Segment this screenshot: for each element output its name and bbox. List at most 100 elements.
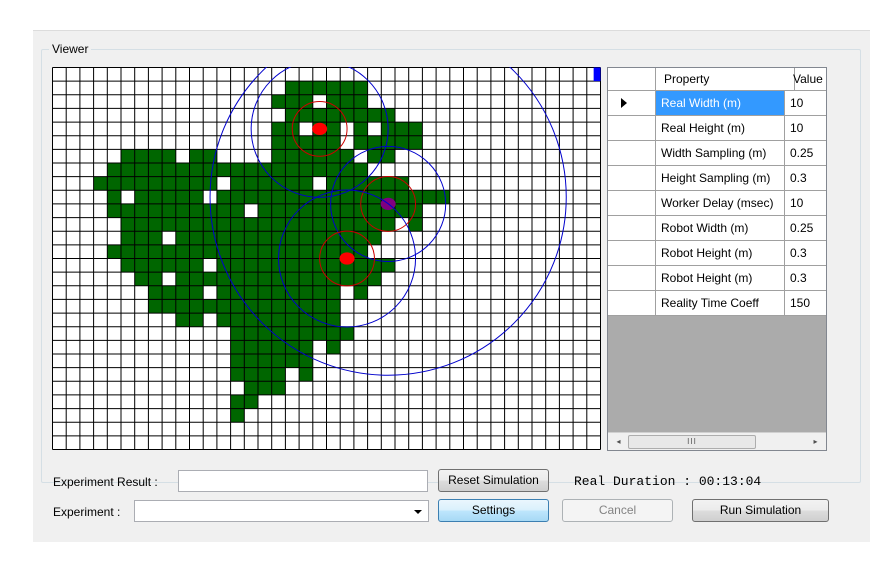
explored-cell [258, 203, 272, 218]
explored-cell [326, 176, 341, 191]
property-value-cell[interactable]: 10 [785, 91, 826, 115]
explored-cell [312, 135, 327, 150]
explored-cell [134, 203, 149, 218]
explored-cell [353, 285, 368, 300]
explored-cell [148, 190, 163, 204]
explored-cell [271, 163, 286, 177]
red-robot-marker[interactable] [312, 122, 328, 136]
explored-cell [285, 326, 300, 341]
explored-cell [381, 258, 395, 273]
explored-cell [162, 258, 176, 273]
row-header[interactable] [608, 241, 656, 265]
explored-cell [134, 258, 149, 273]
explored-cell [285, 299, 300, 314]
property-value-cell[interactable]: 10 [785, 116, 826, 140]
explored-cell [107, 244, 121, 259]
row-header[interactable] [608, 141, 656, 165]
explored-cell [299, 299, 313, 314]
horizontal-scrollbar[interactable]: ◂ III ▸ [608, 432, 826, 450]
property-value-cell[interactable]: 150 [785, 291, 826, 315]
explored-cell [230, 408, 245, 423]
chevron-down-icon[interactable] [414, 510, 422, 514]
property-value-cell[interactable]: 0.3 [785, 166, 826, 190]
simulation-grid[interactable] [52, 67, 601, 450]
property-row[interactable]: Real Height (m) 10 [608, 116, 826, 141]
explored-cell [299, 326, 313, 341]
row-header[interactable] [608, 116, 656, 140]
explored-cell [299, 108, 313, 123]
row-header[interactable] [608, 216, 656, 240]
scroll-right-icon[interactable]: ▸ [807, 433, 824, 450]
scroll-left-icon[interactable]: ◂ [610, 433, 627, 450]
reset-simulation-button[interactable]: Reset Simulation [438, 469, 549, 492]
explored-cell [258, 340, 272, 354]
explored-cell [148, 163, 163, 177]
explored-cell [258, 244, 272, 259]
property-name-cell[interactable]: Worker Delay (msec) [656, 191, 785, 215]
explored-cell [285, 176, 300, 191]
property-row[interactable]: Height Sampling (m) 0.3 [608, 166, 826, 191]
explored-cell [244, 231, 258, 245]
settings-button[interactable]: Settings [438, 499, 549, 522]
explored-cell [285, 81, 300, 95]
property-row[interactable]: Worker Delay (msec) 10 [608, 191, 826, 216]
property-row[interactable]: Reality Time Coeff 150 [608, 291, 826, 316]
explored-cell [134, 163, 149, 177]
property-value-cell[interactable]: 0.25 [785, 216, 826, 240]
column-header-property[interactable]: Property [656, 68, 795, 90]
explored-cell [230, 190, 245, 204]
explored-cell [189, 272, 204, 286]
property-row[interactable]: Robot Height (m) 0.3 [608, 241, 826, 266]
scroll-thumb[interactable]: III [628, 435, 756, 449]
experiment-result-field[interactable] [178, 470, 428, 492]
explored-cell [175, 313, 190, 327]
property-name-cell[interactable]: Width Sampling (m) [656, 141, 785, 165]
red-robot-2-marker[interactable] [339, 252, 355, 265]
explored-cell [148, 285, 163, 300]
row-header[interactable] [608, 291, 656, 315]
column-header-value[interactable]: Value [788, 68, 826, 90]
explored-cell [285, 231, 300, 245]
explored-cell [381, 217, 395, 232]
property-row[interactable]: Robot Width (m) 0.25 [608, 216, 826, 241]
explored-cell [230, 217, 245, 232]
property-name-cell[interactable]: Reality Time Coeff [656, 291, 785, 315]
explored-cell [299, 285, 313, 300]
property-value-cell[interactable]: 0.3 [785, 266, 826, 290]
row-header[interactable] [608, 266, 656, 290]
explored-cell [175, 217, 190, 232]
property-grid[interactable]: Property Value Real Width (m) 10 Real Heig… [607, 67, 827, 451]
explored-cell [285, 190, 300, 204]
explored-cell [148, 299, 163, 314]
explored-cell [134, 190, 149, 204]
explored-cell [326, 326, 341, 341]
property-value-cell[interactable]: 0.3 [785, 241, 826, 265]
property-name-cell[interactable]: Robot Height (m) [656, 266, 785, 290]
property-name-cell[interactable]: Height Sampling (m) [656, 166, 785, 190]
explored-cell [244, 367, 258, 382]
row-header[interactable] [608, 166, 656, 190]
explored-cell [148, 203, 163, 218]
explored-cell [340, 108, 354, 123]
property-name-cell[interactable]: Robot Height (m) [656, 241, 785, 265]
row-header[interactable] [608, 91, 656, 115]
explored-cell [121, 217, 135, 232]
property-row[interactable]: Robot Height (m) 0.3 [608, 266, 826, 291]
explored-cell [340, 81, 354, 95]
property-name-cell[interactable]: Real Height (m) [656, 116, 785, 140]
explored-cell [189, 149, 204, 163]
property-row[interactable]: Real Width (m) 10 [608, 91, 826, 116]
explored-cell [395, 190, 409, 204]
property-row[interactable]: Width Sampling (m) 0.25 [608, 141, 826, 166]
property-value-cell[interactable]: 10 [785, 191, 826, 215]
experiment-dropdown[interactable] [134, 500, 429, 522]
explored-cell [299, 135, 313, 150]
property-name-cell[interactable]: Robot Width (m) [656, 216, 785, 240]
property-value-cell[interactable]: 0.25 [785, 141, 826, 165]
property-name-cell[interactable]: Real Width (m) [656, 91, 785, 115]
explored-cell [340, 217, 354, 232]
explored-cell [244, 258, 258, 273]
run-simulation-button[interactable]: Run Simulation [692, 499, 829, 522]
row-header[interactable] [608, 191, 656, 215]
explored-cell [134, 217, 149, 232]
